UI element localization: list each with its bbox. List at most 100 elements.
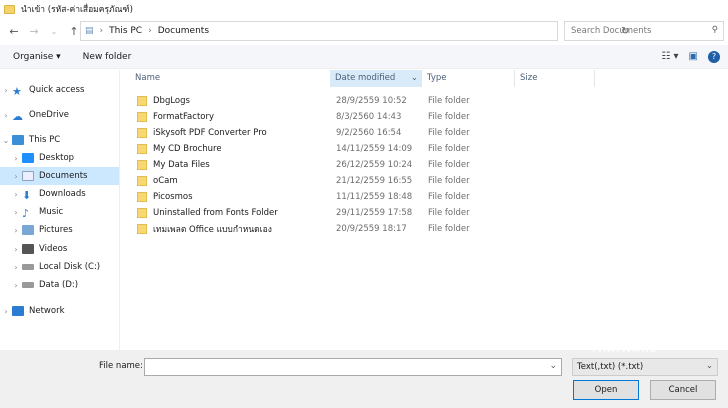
file-row[interactable]: iSkysoft PDF Converter Pro 9/2/2560 16:54…	[130, 125, 600, 141]
file-type-select[interactable]: Text(,txt) (*.txt) ⌄	[572, 358, 718, 376]
window-title: นำเข้า (รหัส-ค่าเสื่อมครุภัณฑ์)	[21, 5, 133, 15]
folder-icon	[137, 128, 147, 138]
drive-icon	[22, 264, 34, 270]
column-label: Size	[520, 73, 538, 83]
file-name: iSkysoft PDF Converter Pro	[153, 128, 267, 138]
chevron-down-icon[interactable]: ⌄	[411, 73, 418, 83]
sidebar-item-quick-access[interactable]: › ★ Quick access	[0, 81, 119, 99]
file-row[interactable]: Uninstalled from Fonts Folder 29/11/2559 …	[130, 205, 600, 221]
documents-icon: ▤	[85, 26, 94, 36]
folder-icon	[137, 224, 147, 234]
file-row[interactable]: My Data Files 26/12/2559 10:24 File folder	[130, 157, 600, 173]
file-name-input[interactable]: ⌄	[144, 358, 562, 376]
search-icon[interactable]: ⚲	[712, 25, 718, 35]
file-date: 9/2/2560 16:54	[336, 128, 402, 138]
file-name: oCam	[153, 176, 178, 186]
sidebar-item-videos[interactable]: › Videos	[0, 240, 119, 258]
file-name: FormatFactory	[153, 112, 215, 122]
file-date: 26/12/2559 10:24	[336, 160, 413, 170]
file-type: File folder	[428, 160, 470, 170]
file-date: 29/11/2559 17:58	[336, 208, 413, 218]
sidebar-label: Pictures	[39, 225, 73, 235]
column-date-modified[interactable]: Date modified ⌄	[330, 70, 422, 87]
sidebar-item-music[interactable]: › ♪ Music	[0, 203, 119, 221]
cancel-button[interactable]: Cancel	[650, 380, 716, 400]
navigation-bar: ← → ⌄ ↑ ▤ › This PC › Documents ↻ Search…	[0, 20, 728, 42]
file-date: 14/11/2559 14:09	[336, 144, 413, 154]
network-icon	[12, 306, 24, 316]
breadcrumb-this-pc[interactable]: This PC	[109, 26, 142, 36]
sidebar-item-this-pc[interactable]: ⌄ This PC	[0, 131, 119, 149]
sidebar-label: Videos	[39, 244, 68, 254]
file-date: 21/12/2559 16:55	[336, 176, 413, 186]
title-bar: นำเข้า (รหัส-ค่าเสื่อมครุภัณฑ์)	[0, 0, 728, 18]
computer-icon	[12, 135, 24, 145]
sidebar-item-desktop[interactable]: › Desktop	[0, 149, 119, 167]
folder-icon	[137, 160, 147, 170]
column-type[interactable]: Type	[422, 70, 515, 87]
file-type: File folder	[428, 208, 470, 218]
search-input[interactable]: Search Documents ⚲	[564, 21, 724, 41]
desktop-icon	[22, 153, 34, 163]
sidebar-item-onedrive[interactable]: › ☁ OneDrive	[0, 106, 119, 124]
organise-button[interactable]: Organise ▾	[13, 52, 61, 62]
file-date: 11/11/2559 18:48	[336, 192, 413, 202]
dialog-footer: File name: ⌄ Text(,txt) (*.txt) ⌄ Open Ca…	[0, 344, 728, 408]
file-name: Picosmos	[153, 192, 193, 202]
sidebar-label: Data (D:)	[39, 280, 79, 290]
documents-icon	[22, 171, 34, 181]
forward-button[interactable]: →	[24, 25, 44, 38]
chevron-down-icon: ⌄	[705, 361, 713, 371]
navigation-pane: › ★ Quick access › ☁ OneDrive ⌄ This PC › Desk…	[0, 70, 120, 350]
file-type: File folder	[428, 176, 470, 186]
toolbar: Organise ▾ New folder ☷ ▾ ▣?	[0, 45, 728, 69]
file-type-value: Text(,txt) (*.txt)	[577, 362, 644, 372]
address-bar[interactable]: ▤ › This PC › Documents ↻	[80, 21, 629, 41]
column-headers: Name Date modified ⌄ Type Size	[130, 70, 728, 87]
sidebar-label: Downloads	[39, 189, 86, 199]
sidebar-item-pictures[interactable]: › Pictures	[0, 221, 119, 239]
column-size[interactable]: Size	[515, 70, 595, 87]
file-type: File folder	[428, 144, 470, 154]
file-row[interactable]: oCam 21/12/2559 16:55 File folder	[130, 173, 600, 189]
column-label: Name	[135, 73, 161, 83]
sidebar-item-data-d[interactable]: › Data (D:)	[0, 276, 119, 294]
search-placeholder: Search Documents	[571, 26, 652, 36]
sidebar-item-downloads[interactable]: › ⬇ Downloads	[0, 185, 119, 203]
videos-icon	[22, 244, 34, 254]
file-date: 20/9/2559 18:17	[336, 224, 407, 234]
star-icon: ★	[12, 85, 22, 98]
file-row[interactable]: My CD Brochure 14/11/2559 14:09 File folde…	[130, 141, 600, 157]
folder-icon	[137, 144, 147, 154]
chevron-down-icon[interactable]: ⌄	[549, 361, 557, 371]
column-name[interactable]: Name	[130, 70, 330, 87]
open-button[interactable]: Open	[573, 380, 639, 400]
cloud-icon: ☁	[12, 110, 23, 123]
folder-icon	[4, 4, 15, 14]
file-row[interactable]: เทมเพลต Office แบบกำหนดเอง 20/9/2559 18:1…	[130, 221, 600, 237]
drive-icon	[22, 282, 34, 288]
file-type: File folder	[428, 96, 470, 106]
column-label: Date modified	[335, 73, 396, 83]
file-row[interactable]: DbgLogs 28/9/2559 10:52 File folder	[130, 93, 600, 109]
file-row[interactable]: FormatFactory 8/3/2560 14:43 File folder	[130, 109, 600, 125]
view-options-icon[interactable]: ☷ ▾	[661, 51, 678, 63]
file-name-label: File name:	[99, 361, 143, 371]
sidebar-label: Local Disk (C:)	[39, 262, 101, 272]
help-icon[interactable]: ?	[708, 51, 720, 63]
watermark-logo: THAIWARE	[590, 344, 658, 355]
sidebar-label: OneDrive	[29, 110, 69, 120]
back-button[interactable]: ←	[4, 25, 24, 38]
sidebar-item-local-disk-c[interactable]: › Local Disk (C:)	[0, 258, 119, 276]
sidebar-item-network[interactable]: › Network	[0, 302, 119, 320]
folder-icon	[137, 112, 147, 122]
sidebar-label: Quick access	[29, 85, 85, 95]
sidebar-label: This PC	[29, 135, 61, 145]
breadcrumb-documents[interactable]: Documents	[158, 26, 209, 36]
sidebar-item-documents[interactable]: › Documents	[0, 167, 119, 185]
preview-pane-icon[interactable]: ▣	[689, 51, 698, 63]
file-type: File folder	[428, 192, 470, 202]
file-row[interactable]: Picosmos 11/11/2559 18:48 File folder	[130, 189, 600, 205]
recent-locations-button[interactable]: ⌄	[44, 27, 64, 36]
new-folder-button[interactable]: New folder	[83, 52, 132, 62]
